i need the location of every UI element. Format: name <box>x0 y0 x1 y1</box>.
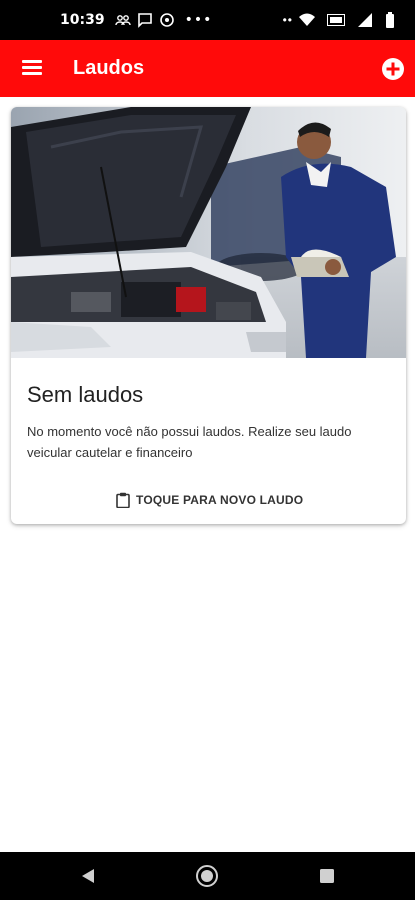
battery-icon <box>386 12 394 28</box>
status-time: 10:39 <box>60 12 105 28</box>
new-report-button[interactable]: TOQUE PARA NOVO LAUDO <box>116 490 303 510</box>
more-notifications: ••• <box>184 12 213 28</box>
recent-apps-icon[interactable] <box>320 869 334 883</box>
status-bar: 10:39 ••• •• <box>0 0 415 40</box>
add-circle-icon[interactable] <box>381 57 405 81</box>
empty-state-message: No momento você não possui laudos. Reali… <box>27 424 352 460</box>
menu-icon[interactable] <box>22 58 44 78</box>
page-title: Laudos <box>73 57 145 79</box>
empty-state-title: Sem laudos <box>27 382 144 407</box>
system-nav-bar <box>0 852 415 900</box>
data-saver-icon <box>159 13 174 27</box>
new-report-label: TOQUE PARA NOVO LAUDO <box>136 493 304 507</box>
empty-state-card: Sem laudos No momento você não possui la… <box>11 107 406 524</box>
mechanic-inspecting-car-photo <box>11 107 406 358</box>
home-icon[interactable] <box>195 864 219 888</box>
message-icon <box>137 13 152 28</box>
back-icon[interactable] <box>80 868 96 884</box>
wifi-icon <box>299 13 315 26</box>
clipboard-icon <box>116 492 130 508</box>
volte-icon <box>327 14 345 26</box>
dots-icon: •• <box>282 13 293 27</box>
people-icon <box>114 15 131 26</box>
app-bar: Laudos <box>0 40 415 97</box>
signal-icon <box>358 13 372 27</box>
